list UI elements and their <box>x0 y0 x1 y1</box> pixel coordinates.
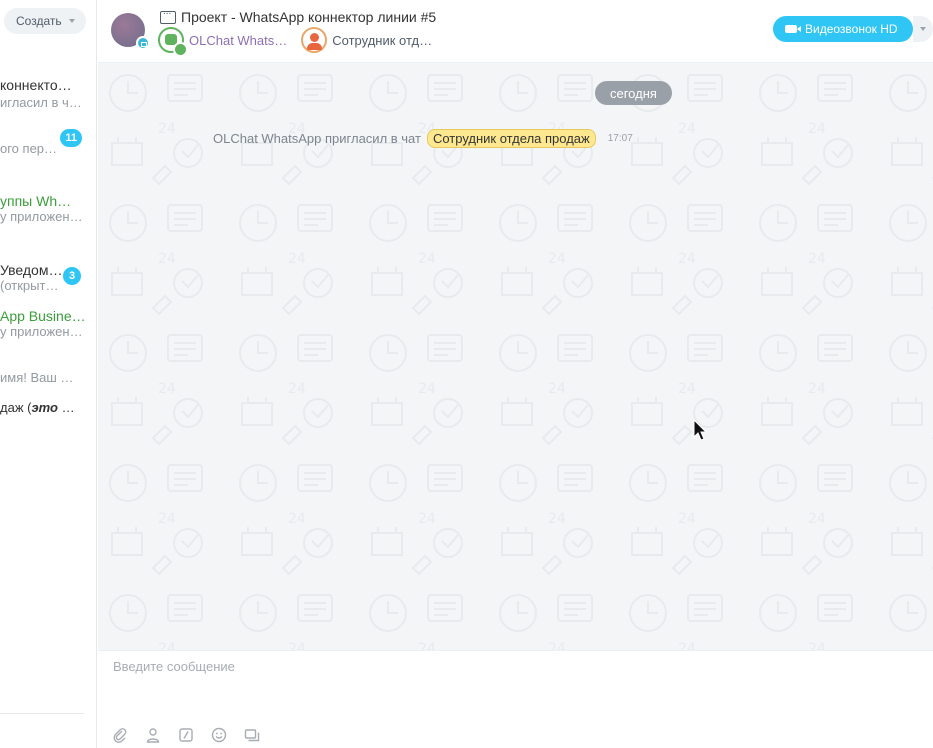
video-camera-icon <box>785 25 801 33</box>
preview-text: даж ( <box>0 400 32 415</box>
recent-item-title: Уведом… <box>0 262 63 278</box>
message-input[interactable] <box>98 651 933 715</box>
recent-item-title: коннекто… <box>0 77 72 93</box>
chevron-down-icon <box>920 27 926 31</box>
recent-item-preview: игласил в ч… <box>0 95 82 110</box>
member-olchat[interactable]: OLChat Whats… <box>158 27 288 57</box>
video-call-dropdown[interactable] <box>913 16 933 42</box>
member-name: OLChat Whats… <box>189 32 288 48</box>
slash-command-icon[interactable] <box>178 727 194 743</box>
message-time: 17:07 <box>607 133 633 144</box>
user-icon[interactable] <box>145 727 161 743</box>
date-divider: сегодня <box>595 81 672 105</box>
video-call-button[interactable]: Видеозвонок HD <box>773 16 913 42</box>
paperclip-icon[interactable] <box>112 727 128 743</box>
mouse-cursor-icon <box>693 419 707 441</box>
message-area[interactable]: 24 сегодня OLChat WhatsApp пригласил в ч… <box>98 63 933 650</box>
recent-item-preview: (открыт… <box>0 278 59 293</box>
user-mention[interactable]: Сотрудник отдела продаж <box>426 129 596 148</box>
chat-title-row: Проект - WhatsApp коннектор линии #5 <box>160 6 436 25</box>
recent-item-title: уппы Wh… <box>0 193 72 209</box>
create-button-label: Создать <box>16 14 62 28</box>
chat-background-pattern: 24 <box>98 63 933 650</box>
member-sales-employee[interactable]: Сотрудник отд… <box>301 27 432 53</box>
recent-list-item[interactable]: уппы Wh… у приложен… <box>0 186 96 250</box>
member-name: Сотрудник отд… <box>332 32 433 48</box>
recent-item-preview: ого пер… <box>0 141 58 156</box>
chat-members: OLChat Whats… Сотрудник отд… <box>158 27 446 57</box>
chat-title[interactable]: Проект - WhatsApp коннектор линии #5 <box>181 9 436 25</box>
preview-text: … <box>57 400 75 415</box>
recent-list-item[interactable]: ого пер… 11 <box>0 124 96 188</box>
chevron-down-icon <box>68 19 75 23</box>
system-message: OLChat WhatsApp пригласил в чат Сотрудни… <box>213 129 633 148</box>
recent-item-preview: имя! Ваш … <box>0 370 74 385</box>
recent-item-title: App Busine… <box>0 308 86 324</box>
recent-item-preview: у приложен… <box>0 209 83 224</box>
chat-bubble-icon <box>160 6 176 24</box>
recent-item-preview: у приложен… <box>0 324 83 339</box>
message-composer <box>98 650 933 748</box>
composer-toolbar <box>112 727 277 743</box>
user-avatar-icon <box>301 27 328 53</box>
recent-item-preview: даж (это … <box>0 400 75 415</box>
sidebar-divider <box>0 713 84 714</box>
recent-list-item[interactable]: App Busine… у приложен… <box>0 302 96 366</box>
system-message-text: OLChat WhatsApp пригласил в чат <box>213 131 421 146</box>
recent-chats-sidebar: Создать коннекто… игласил в ч… ого пер… … <box>0 0 97 748</box>
bot-avatar-icon <box>158 27 188 57</box>
recent-list-item[interactable]: даж (это … <box>0 390 96 454</box>
chat-history-icon[interactable] <box>244 727 260 743</box>
create-button[interactable]: Создать <box>4 8 86 34</box>
video-call-label: Видеозвонок HD <box>805 22 898 36</box>
unread-count-badge: 3 <box>63 267 81 285</box>
smile-icon[interactable] <box>211 727 227 743</box>
chat-header: Проект - WhatsApp коннектор линии #5 OLC… <box>98 0 933 63</box>
lock-icon <box>136 36 150 50</box>
unread-count-badge: 11 <box>60 129 82 147</box>
preview-emphasis: это <box>31 400 58 415</box>
